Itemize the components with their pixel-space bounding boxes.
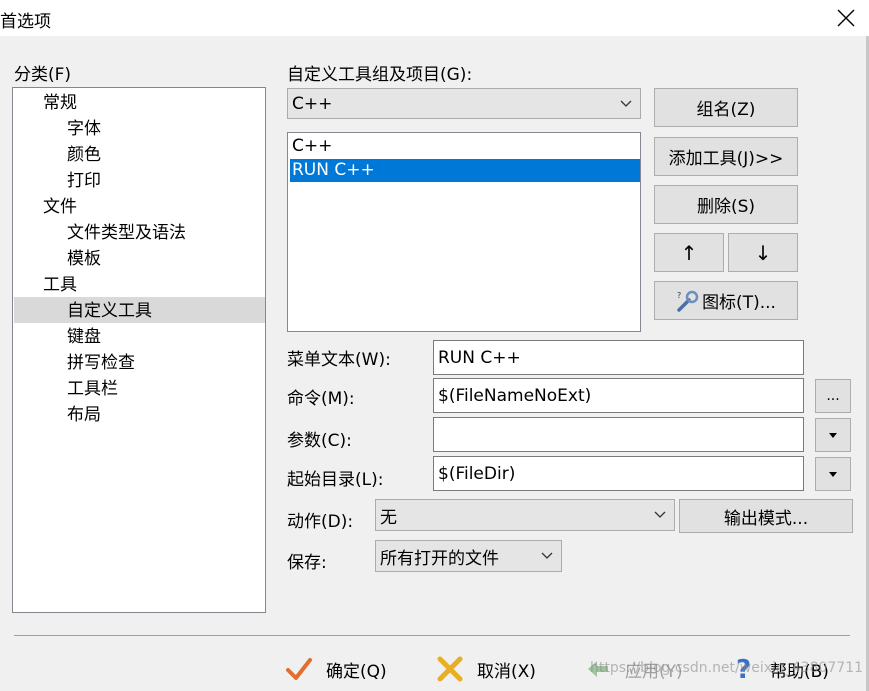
checkmark-icon [286, 658, 312, 680]
move-up-button[interactable]: ↑ [654, 233, 724, 272]
menu-text-input[interactable]: RUN C++ [433, 340, 804, 375]
cancel-button[interactable]: 取消(X) [437, 655, 536, 683]
group-name-button[interactable]: 组名(Z) [654, 88, 798, 127]
move-down-button[interactable]: ↓ [728, 233, 798, 272]
chevron-down-icon [654, 511, 666, 518]
window-title: 首选项 [0, 12, 51, 32]
tool-group-value: C++ [292, 93, 333, 114]
action-select[interactable]: 无 [375, 499, 675, 531]
menu-text-label: 菜单文本(W): [287, 350, 391, 370]
close-button[interactable] [823, 0, 869, 36]
category-label: 分类(F) [14, 65, 72, 85]
startdir-input[interactable]: $(FileDir) [433, 456, 804, 491]
list-item[interactable]: C++ [290, 135, 640, 158]
triangle-down-icon [829, 471, 837, 477]
triangle-down-icon [829, 432, 837, 438]
save-select[interactable]: 所有打开的文件 [375, 540, 562, 572]
params-input[interactable] [433, 417, 804, 452]
tool-group-label: 自定义工具组及项目(G): [287, 65, 473, 85]
action-label: 动作(D): [287, 512, 354, 532]
tree-item-tools[interactable]: 工具 [43, 273, 77, 298]
tree-item-print[interactable]: 打印 [67, 169, 101, 194]
tree-item-font[interactable]: 字体 [67, 117, 101, 142]
footer-separator [14, 635, 850, 636]
params-label: 参数(C): [287, 431, 352, 451]
chevron-down-icon [541, 552, 553, 559]
output-mode-button[interactable]: 输出模式... [679, 499, 853, 533]
wrench-icon: ? [677, 290, 699, 312]
list-item-selected[interactable]: RUN C++ [290, 159, 640, 182]
tree-item-layout[interactable]: 布局 [67, 403, 101, 428]
title-bar [0, 0, 869, 36]
command-label: 命令(M): [287, 389, 355, 409]
command-browse-button[interactable]: ... [815, 379, 851, 413]
tree-item-toolbar[interactable]: 工具栏 [67, 377, 118, 402]
tree-item-file-types[interactable]: 文件类型及语法 [67, 221, 186, 246]
cancel-x-icon [437, 656, 463, 682]
tree-item-custom-tools[interactable]: 自定义工具 [67, 299, 152, 324]
tree-item-color[interactable]: 颜色 [67, 143, 101, 168]
tree-item-templates[interactable]: 模板 [67, 247, 101, 272]
svg-text:?: ? [677, 291, 681, 300]
tool-list[interactable]: C++ RUN C++ [287, 132, 641, 332]
icon-button[interactable]: ? 图标(T)... [654, 281, 798, 320]
cancel-label: 取消(X) [477, 661, 536, 682]
params-dropdown-button[interactable] [815, 418, 851, 452]
icon-button-label: 图标(T)... [702, 293, 776, 313]
command-input[interactable]: $(FileNameNoExt) [433, 378, 804, 413]
close-icon [837, 9, 855, 27]
tree-item-file[interactable]: 文件 [43, 195, 77, 220]
chevron-down-icon [620, 100, 632, 107]
add-tool-button[interactable]: 添加工具(J)>> [654, 137, 798, 176]
tree-item-keyboard[interactable]: 键盘 [67, 325, 101, 350]
ok-label: 确定(Q) [326, 661, 387, 682]
startdir-label: 起始目录(L): [287, 470, 384, 490]
save-value: 所有打开的文件 [380, 548, 499, 569]
watermark: https://blog.csdn.net/weixin_43807711 [590, 660, 864, 676]
delete-button[interactable]: 删除(S) [654, 185, 798, 224]
ok-button[interactable]: 确定(Q) [286, 655, 387, 683]
save-label: 保存: [287, 553, 327, 573]
startdir-dropdown-button[interactable] [815, 457, 851, 491]
tree-item-spellcheck[interactable]: 拼写检查 [67, 351, 135, 376]
tree-item-general[interactable]: 常规 [43, 91, 77, 116]
category-tree[interactable]: 常规 字体 颜色 打印 文件 文件类型及语法 模板 工具 自定义工具 键盘 拼写… [12, 87, 266, 613]
action-value: 无 [380, 507, 397, 528]
tool-group-select[interactable]: C++ [287, 88, 641, 119]
